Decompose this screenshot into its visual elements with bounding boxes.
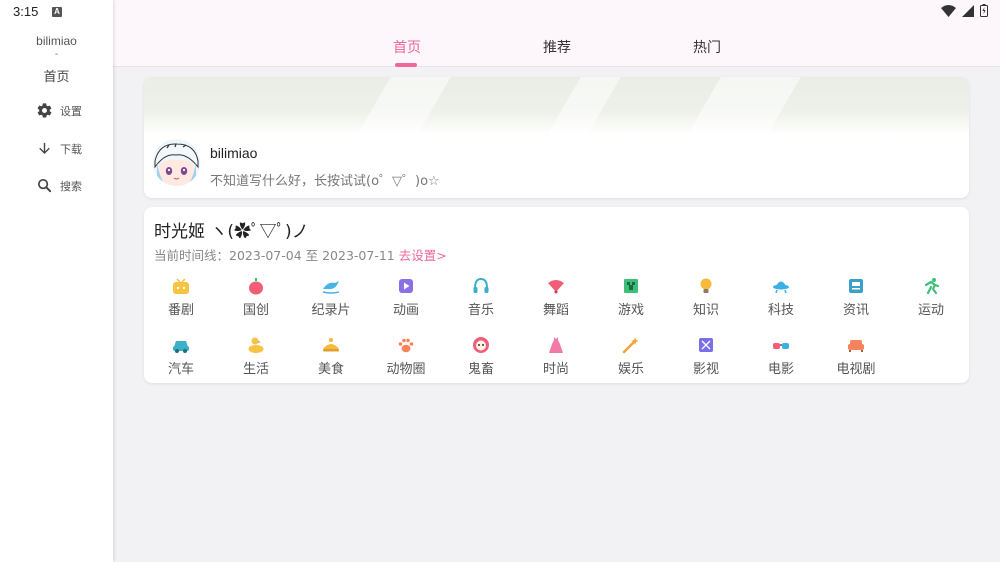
category-bangumi[interactable]: 番剧 [153,277,209,318]
film-icon [699,338,713,352]
category-game[interactable]: 游戏 [603,277,659,318]
active-tab-indicator [395,63,417,67]
profile-card[interactable]: bilimiao 不知道写什么好，长按试试(o゜▽゜)o☆ [144,77,969,198]
news-icon [849,279,863,293]
sidebar-item-download[interactable]: 下载 [36,140,82,157]
profile-name: bilimiao [210,145,258,161]
paw-icon [398,338,414,353]
sidebar-item-search[interactable]: 搜索 [36,177,82,194]
category-tv-series[interactable]: 电视剧 [828,336,884,377]
search-icon [37,178,52,193]
sidebar-current-page: 首页 [43,70,70,85]
wand-icon [622,337,639,354]
profile-banner [144,77,969,135]
category-animal[interactable]: 动物圈 [378,336,434,377]
category-label: 汽车 [167,362,194,377]
category-label: 电影 [767,362,794,377]
category-label: 国创 [242,303,269,318]
car-icon [173,341,189,353]
category-label: 番剧 [167,303,194,318]
category-entertainment[interactable]: 娱乐 [603,336,659,377]
bulb-icon [700,278,712,293]
notification-icon: A [52,7,62,17]
sofa-icon [848,340,864,352]
status-bar: 3:15 A [0,0,1000,24]
category-animation[interactable]: 动画 [378,277,434,318]
timeline-settings-link[interactable]: 去设置> [399,248,447,263]
battery-icon [980,4,988,17]
category-label: 娱乐 [617,362,644,377]
category-label: 知识 [692,303,719,318]
category-label: 动物圈 [386,362,426,377]
category-label: 时尚 [542,362,569,377]
category-label: 游戏 [617,303,644,318]
sidebar-item-settings[interactable]: 设置 [36,102,82,119]
fan-icon [548,280,564,294]
headphones-icon [473,277,489,293]
dress-icon [549,337,563,353]
category-label: 舞蹈 [542,303,569,318]
3d-glasses-icon [773,343,789,349]
category-label: 影视 [692,362,719,377]
sidebar-separator: - [54,49,59,60]
category-food[interactable]: 美食 [303,336,359,377]
tab-home[interactable]: 首页 [393,37,421,57]
status-clock: 3:15 [13,4,39,19]
category-dance[interactable]: 舞蹈 [528,277,584,318]
download-icon [39,142,50,155]
avatar[interactable] [153,139,200,186]
tab-hot[interactable]: 热门 [693,37,721,57]
category-life[interactable]: 生活 [228,336,284,377]
category-sports[interactable]: 运动 [903,277,959,318]
category-label: 动画 [392,303,419,318]
category-label: 电视剧 [836,362,876,377]
ufo-icon [773,281,789,294]
category-documentary[interactable]: 纪录片 [303,277,359,318]
category-label: 资讯 [842,303,869,318]
category-label: 鬼畜 [467,362,494,377]
gear-icon [37,103,52,118]
food-icon [323,338,339,352]
category-fashion[interactable]: 时尚 [528,336,584,377]
category-label: 音乐 [467,303,494,318]
system-icons [941,4,988,17]
profile-signature: 不知道写什么好，长按试试(o゜▽゜)o☆ [210,174,440,189]
timeline-title: 时光姬 ヽ(✿ﾟ▽ﾟ)ノ [154,222,309,242]
sidebar-item-label: 设置 [60,104,82,118]
category-label: 纪录片 [311,303,351,318]
category-label: 运动 [917,303,944,318]
runner-icon [924,278,940,295]
sidebar-item-label: 搜索 [60,179,82,193]
category-movie[interactable]: 电影 [753,336,809,377]
signal-icon [962,4,974,17]
category-label: 生活 [242,362,269,377]
category-label: 美食 [317,362,344,377]
sidebar-item-label: 下载 [60,142,82,156]
category-tech[interactable]: 科技 [753,277,809,318]
dolphin-icon [322,281,340,294]
category-label: 科技 [767,303,794,318]
category-guochuang[interactable]: 国创 [228,277,284,318]
sidebar: bilimiao - 首页 设置 下载 搜索 [0,0,113,562]
category-news[interactable]: 资讯 [828,277,884,318]
sidebar-username: bilimiao [36,34,77,48]
timeline-card: 时光姬 ヽ(✿ﾟ▽ﾟ)ノ 当前时间线：2023-07-04 至 2023-07-… [144,207,969,383]
timeline-range: 当前时间线：2023-07-04 至 2023-07-11 去设置> [154,245,447,264]
category-film-tv[interactable]: 影视 [678,336,734,377]
creeper-icon [624,279,638,293]
timeline-range-prefix: 当前时间线： [154,248,230,263]
category-kichiku[interactable]: 鬼畜 [453,336,509,377]
category-music[interactable]: 音乐 [453,277,509,318]
category-car[interactable]: 汽车 [153,336,209,377]
timeline-range-dates: 2023-07-04 至 2023-07-11 [229,248,395,263]
tab-recommend[interactable]: 推荐 [543,37,571,57]
play-icon [399,279,413,293]
duck-icon [248,337,264,353]
avatar-image [153,139,200,186]
category-knowledge[interactable]: 知识 [678,277,734,318]
ghost-icon [473,337,489,353]
lantern-icon [249,278,263,295]
tv-icon [173,278,189,294]
wifi-icon [941,4,956,17]
